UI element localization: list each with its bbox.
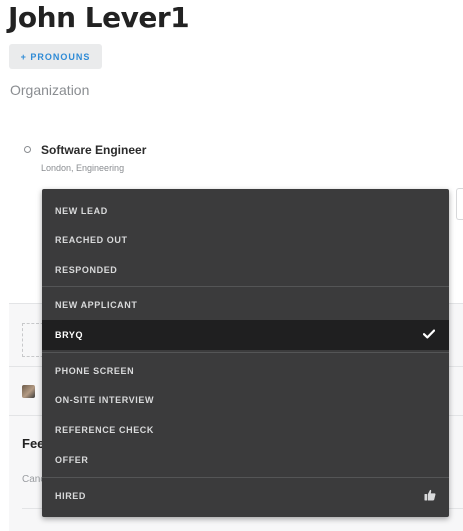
menu-divider xyxy=(42,286,449,287)
stage-option-label: HIRED xyxy=(55,490,87,501)
avatar xyxy=(22,385,35,398)
stage-dropdown-menu: NEW LEAD REACHED OUT RESPONDED NEW APPLI… xyxy=(42,189,449,517)
stage-option-offer[interactable]: OFFER xyxy=(42,445,449,474)
menu-divider xyxy=(42,477,449,478)
stage-option-label: BRYQ xyxy=(55,330,84,340)
candidate-profile-page: John Lever1 + PRONOUNS Organization Soft… xyxy=(0,0,463,531)
candidate-name: John Lever1 xyxy=(8,1,190,34)
stage-option-new-applicant[interactable]: NEW APPLICANT xyxy=(42,290,449,319)
stage-option-phone-screen[interactable]: PHONE SCREEN xyxy=(42,356,449,385)
stage-option-reached-out[interactable]: REACHED OUT xyxy=(42,225,449,254)
stage-option-responded[interactable]: RESPONDED xyxy=(42,255,449,284)
stage-option-hired[interactable]: HIRED xyxy=(42,481,449,510)
job-location: London, Engineering xyxy=(41,163,125,173)
circle-outline-icon xyxy=(24,146,31,153)
add-pronouns-button[interactable]: + PRONOUNS xyxy=(9,44,102,69)
stage-select-edge[interactable] xyxy=(456,188,463,220)
thumbs-up-icon xyxy=(424,489,436,501)
menu-divider xyxy=(42,352,449,353)
job-title[interactable]: Software Engineer xyxy=(41,143,146,157)
stage-option-bryq[interactable]: BRYQ xyxy=(42,320,449,350)
organization-field[interactable]: Organization xyxy=(10,82,89,98)
stage-option-new-lead[interactable]: NEW LEAD xyxy=(42,196,449,225)
stage-option-onsite-interview[interactable]: ON-SITE INTERVIEW xyxy=(42,385,449,414)
stage-option-reference-check[interactable]: REFERENCE CHECK xyxy=(42,415,449,444)
checkmark-icon xyxy=(423,329,435,339)
